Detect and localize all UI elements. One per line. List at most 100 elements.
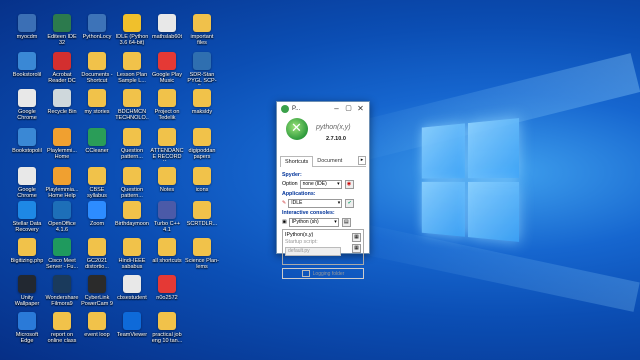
desktop-icon[interactable]: BDCHMCN TECHNOLO... [115,89,149,122]
desktop-icon[interactable]: SDR-Stan PYGL SCP-5... [185,52,219,85]
desktop-icon[interactable]: Google Chrome [10,167,44,200]
desktop-icon[interactable]: Google Chrome [10,89,44,122]
desktop-icon[interactable]: Question pattern... [115,128,149,161]
tab-shortcuts[interactable]: Shortcuts [280,156,314,167]
tab-bar: Shortcuts Document ▸ [280,156,366,167]
desktop-icon-image [18,167,36,185]
desktop-icon[interactable]: OpenOffice 4.1.6 [45,201,79,234]
desktop-icon[interactable]: mathslab60t [150,14,184,47]
desktop-icon-label: cbsestudent [117,295,147,301]
desktop-icon-image [193,201,211,219]
desktop-icon[interactable]: PythonLocy [80,14,114,47]
desktop-icon-label: Stellar Data Recovery [12,221,42,234]
desktop-icon-image [88,312,106,330]
option-label: Option [282,181,298,187]
desktop-icon[interactable]: Birthdaymoon [115,201,149,234]
desktop-icon-image [123,128,141,146]
desktop-icon[interactable]: Acrobat Reader DC [45,52,79,85]
desktop-icon[interactable]: Zoom [80,201,114,234]
desktop-icon-image [18,201,36,219]
desktop-icon[interactable]: Microsoft Edge [10,312,44,345]
desktop-icon[interactable]: Lesson Plan Sample L... [115,52,149,85]
console-name: IPython(x,y) [285,232,314,238]
desktop-icon-label: practical job eng 10 tan... [151,332,183,345]
desktop-icon[interactable]: Project on Tedelik [150,89,184,122]
desktop-icon-image [158,167,176,185]
desktop-icon[interactable]: cbsestudent [115,275,149,308]
minimize-button[interactable]: – [332,104,341,113]
desktop-icon-label: Acrobat Reader DC [48,72,76,85]
desktop-icon-image [53,312,71,330]
desktop-icon[interactable]: Bookstorolil [10,52,44,85]
desktop-icon[interactable]: Documents - Shortcut [80,52,114,85]
desktop-icon-label: Lesson Plan Sample L... [116,72,148,85]
desktop-icon[interactable]: Wondershare Filmora9 [45,275,79,308]
desktop-icon-label: OpenOffice 4.1.6 [48,221,76,234]
pythonxy-window[interactable]: P... – ▢ ✕ python(x,y) 2.7.10.0 Shortcut… [276,101,370,279]
desktop-icon[interactable]: CBSE syllabus [80,167,114,200]
desktop-icon[interactable]: SCRTDLR... [185,201,219,234]
maximize-button[interactable]: ▢ [344,104,353,113]
desktop-icon-label: digipoddan papers [188,148,216,161]
desktop-icon[interactable]: ATTENDANCE RECORD X... [150,128,184,161]
desktop-icon[interactable]: Playlemmi... Home [45,128,79,161]
desktop-icon-label: Bigitizing.php [10,258,44,264]
folder-icon [301,270,310,277]
desktop-icon[interactable]: my stories [80,89,114,122]
desktop-icon[interactable]: Playlemmia... Home Help [45,167,79,200]
desktop-icon[interactable]: Question pattern... [115,167,149,200]
desktop-icon[interactable]: n0o2572 [150,275,184,308]
desktop-icon-label: Bookstorolil [12,72,42,78]
desktop-icon-image [158,128,176,146]
desktop-icon-image [158,312,176,330]
desktop-icon[interactable]: Unity Wallpaper [10,275,44,308]
desktop-icon[interactable]: icons [185,167,219,200]
desktop-icon[interactable]: CyberLink PowerCam 9 [80,275,114,308]
console-select[interactable]: IPython (sh) [288,217,339,227]
desktop-icon[interactable]: Stellar Data Recovery [10,201,44,234]
desktop-icon-image [53,238,71,256]
desktop-icon[interactable]: digipoddan papers [185,128,219,161]
desktop-icon[interactable]: Cisco Meet Server - Fu... [45,238,79,271]
desktop-icon[interactable]: GC2021 distortio... [80,238,114,271]
desktop-icon[interactable]: event loop [80,312,114,345]
application-select[interactable]: IDLE [288,198,343,208]
desktop-icon-label: CCleaner [85,148,109,154]
tab-scroll-arrow[interactable]: ▸ [358,156,366,165]
desktop-icon[interactable]: Bigitizing.php [10,238,44,271]
desktop-icon[interactable]: Hindi-IEEE sababus [115,238,149,271]
close-button[interactable]: ✕ [356,104,365,113]
desktop-icon-label: maksldy [191,109,213,115]
startup-script-field[interactable]: default.py [285,247,341,256]
spyder-option-select[interactable]: none (IDE) [299,179,342,189]
desktop-icon[interactable]: Science Plan-lems [185,238,219,271]
desktop-icon-label: GC2021 distortio... [85,258,109,271]
desktop-icon[interactable]: Bookstopolil [10,128,44,161]
desktop-icon[interactable]: maksldy [185,89,219,122]
desktop-icon-label: BDCHMCN TECHNOLO... [115,109,149,122]
desktop-icon[interactable]: IDLE (Python 3.6 64-bit) [115,14,149,47]
desktop-icon[interactable]: important files [185,14,219,47]
title-bar[interactable]: P... – ▢ ✕ [277,102,369,116]
console-edit-icon[interactable]: ▦ [352,233,361,242]
desktop-icon[interactable]: Editeen IDE 32 [45,14,79,47]
desktop-icon[interactable]: all shortcuts [150,238,184,271]
console-browse-icon[interactable]: ▦ [352,244,361,253]
desktop-icon[interactable]: report on online class [45,312,79,345]
logging-folder-button[interactable]: Logging folder [282,268,364,279]
desktop-icon-image [18,238,36,256]
desktop-icon-label: IDLE (Python 3.6 64-bit) [115,34,149,47]
desktop-icon[interactable]: Turbo C++ 4.1 [150,201,184,234]
desktop-icon[interactable]: Recycle Bin [45,89,79,122]
run-application-icon[interactable]: ✔ [345,198,355,208]
desktop-icon[interactable]: CCleaner [80,128,114,161]
desktop-icon-image [88,89,106,107]
desktop-icon[interactable]: TeamViewer [115,312,149,345]
tab-documentation[interactable]: Document [313,156,346,166]
desktop-icon[interactable]: Google Play Music [150,52,184,85]
console-launch-icon[interactable]: ▤ [341,217,351,227]
spyder-launch-icon[interactable]: ◉ [344,179,354,189]
desktop-icon[interactable]: myocdm [10,14,44,47]
desktop-icon[interactable]: practical job eng 10 tan... [150,312,184,345]
desktop-icon[interactable]: Notes [150,167,184,200]
